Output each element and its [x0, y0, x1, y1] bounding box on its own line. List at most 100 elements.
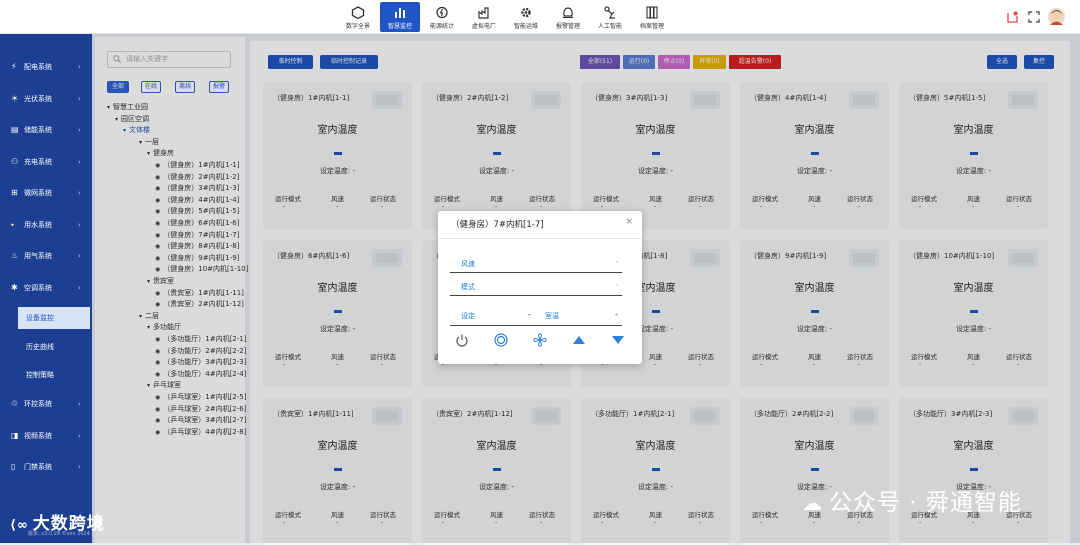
snowflake-icon: ✱ — [11, 283, 18, 292]
chevron-right-icon: › — [78, 252, 81, 260]
nav-digital-panorama[interactable]: 数字全景 — [338, 2, 378, 32]
target-icon[interactable] — [494, 333, 508, 347]
energy-icon — [436, 6, 448, 19]
nav-smart-ops[interactable]: 智能运维 — [506, 2, 546, 32]
divider — [438, 238, 642, 239]
watermark-logo: ⟨∞ — [10, 518, 29, 533]
sidebar-item-6[interactable]: ♨ 用气系统 › — [0, 244, 92, 268]
mode-row: 模式 - — [450, 276, 622, 296]
chevron-right-icon: › — [78, 158, 81, 166]
charger-icon: ⚇ — [11, 157, 19, 166]
nav-virtual-plant[interactable]: 虚拟电厂 — [464, 2, 504, 32]
sidebar-item-4[interactable]: ⊞ 微网系统 › — [0, 181, 92, 205]
sidebar-item-label: 空调系统 — [24, 284, 52, 292]
nav-label: 报警管理 — [555, 23, 580, 30]
sidebar-item-label: 配电系统 — [24, 63, 52, 71]
door-icon: ▯ — [11, 462, 16, 471]
chevron-right-icon: › — [78, 126, 81, 134]
sidebar-item-label: 光伏系统 — [24, 95, 52, 103]
fullscreen-icon[interactable] — [1027, 10, 1041, 24]
sidebar-item-0[interactable]: ⚡ 配电系统 › — [0, 55, 92, 79]
nav-label: 虚拟电厂 — [471, 23, 496, 30]
room-temp-label: 室温 — [545, 312, 559, 320]
chevron-right-icon: › — [78, 284, 81, 292]
close-icon[interactable]: × — [625, 217, 633, 227]
sidebar-subitem-2[interactable]: 控制策略 — [18, 364, 90, 386]
mode-label: 模式 — [461, 283, 475, 291]
chevron-right-icon: › — [78, 432, 81, 440]
sidebar-item-label: 储能系统 — [24, 126, 52, 134]
sidebar-subitem-1[interactable]: 历史曲线 — [18, 336, 90, 358]
wechat-icon: ☁ — [802, 491, 823, 515]
sidebar-item-7[interactable]: ✱ 空调系统 › — [0, 276, 92, 300]
sidebar-item-8[interactable]: ♲ 环控系统 › — [0, 392, 92, 416]
watermark-left: ⟨∞ 大数跨境 — [10, 509, 105, 534]
bar-chart-icon — [395, 8, 405, 18]
sidebar-item-label: 微网系统 — [24, 189, 52, 197]
nav-label: 智能运维 — [513, 23, 538, 30]
leaf-icon: ♲ — [11, 399, 19, 408]
nav-label: 档案管理 — [639, 23, 664, 30]
fan-speed-label: 风速 — [461, 260, 475, 268]
sidebar-item-label: 充电系统 — [24, 158, 52, 166]
sidebar-item-1[interactable]: ☀ 光伏系统 › — [0, 87, 92, 111]
fan-icon[interactable] — [533, 333, 547, 347]
camera-icon: ◨ — [11, 431, 19, 440]
nav-label: 数字全景 — [345, 23, 370, 30]
set-temp-label: 设定 — [461, 312, 475, 320]
sidebar-item-label: 视频系统 — [24, 432, 52, 440]
chevron-right-icon: › — [78, 95, 81, 103]
flame-icon: ♨ — [11, 251, 19, 260]
factory-icon — [478, 7, 489, 19]
sidebar-item-9[interactable]: ◨ 视频系统 › — [0, 424, 92, 448]
watermark-right-text: 公众号 · 舜通智能 — [829, 490, 1022, 516]
sidebar-item-3[interactable]: ⚇ 充电系统 › — [0, 150, 92, 174]
mode-value: - — [615, 281, 618, 289]
chevron-right-icon: › — [78, 189, 81, 197]
control-dialog: （健身房）7#内机[1-7] × 风速 - 模式 - 设定 - 室温 - — [438, 211, 642, 364]
fan-speed-value: - — [615, 258, 618, 266]
battery-icon: ▤ — [11, 125, 19, 134]
nav-label: 人工智能 — [597, 23, 622, 30]
chevron-right-icon: › — [78, 463, 81, 471]
dialog-title: （健身房）7#内机[1-7] — [451, 220, 544, 230]
nav-ai[interactable]: 人工智能 — [590, 2, 630, 32]
chevron-right-icon: › — [78, 400, 81, 408]
sidebar-item-label: 门禁系统 — [24, 463, 52, 471]
room-temp-value: - — [615, 310, 618, 319]
avatar[interactable] — [1048, 8, 1065, 25]
sidebar-item-10[interactable]: ▯ 门禁系统 › — [0, 455, 92, 479]
set-temp-value: - — [528, 310, 531, 319]
robot-arm-icon — [604, 6, 615, 19]
sidebar: ⚡ 配电系统 › ☀ 光伏系统 › ▤ 储能系统 › ⚇ 充电系统 › ⊞ 微网系统 › ⬩ 用水系统 › ♨ 用气系… — [0, 34, 92, 543]
watermark-right: ☁ 公众号 · 舜通智能 — [802, 483, 1022, 517]
hexagon-icon — [351, 6, 365, 19]
nav-label: 能源统计 — [429, 23, 454, 30]
chevron-right-icon: › — [78, 63, 81, 71]
notification-icon[interactable] — [1005, 10, 1019, 24]
sidebar-item-label: 用水系统 — [24, 221, 52, 229]
sidebar-item-label: 环控系统 — [24, 400, 52, 408]
fan-speed-row: 风速 - — [450, 253, 622, 273]
lightning-icon: ⚡ — [11, 62, 17, 71]
sidebar-subitem-0[interactable]: 设备监控 — [18, 307, 90, 329]
power-icon[interactable] — [455, 333, 469, 347]
sidebar-item-2[interactable]: ▤ 储能系统 › — [0, 118, 92, 142]
nav-archive[interactable]: 档案管理 — [632, 2, 672, 32]
gear-icon — [521, 7, 531, 18]
triangle-up-icon[interactable] — [572, 333, 586, 347]
water-icon: ⬩ — [11, 220, 14, 229]
grid-icon: ⊞ — [11, 188, 18, 197]
watermark-left-text: 大数跨境 — [32, 514, 105, 534]
top-bar: 数字全景 智慧监控 能源统计 虚拟电厂 智能运维 报警管理 人工智能 档案管理 — [0, 0, 1080, 34]
nav-smart-monitor[interactable]: 智慧监控 — [380, 2, 420, 32]
nav-alarm[interactable]: 报警管理 — [548, 2, 588, 32]
nav-energy-stats[interactable]: 能源统计 — [422, 2, 462, 32]
temperature-row: 设定 - 室温 - — [450, 305, 622, 326]
alarm-bell-icon — [563, 7, 573, 18]
sidebar-item-label: 用气系统 — [24, 252, 52, 260]
sidebar-item-5[interactable]: ⬩ 用水系统 › — [0, 213, 92, 237]
sun-icon: ☀ — [11, 94, 19, 103]
triangle-down-icon[interactable] — [611, 333, 625, 347]
archive-icon — [646, 6, 658, 19]
